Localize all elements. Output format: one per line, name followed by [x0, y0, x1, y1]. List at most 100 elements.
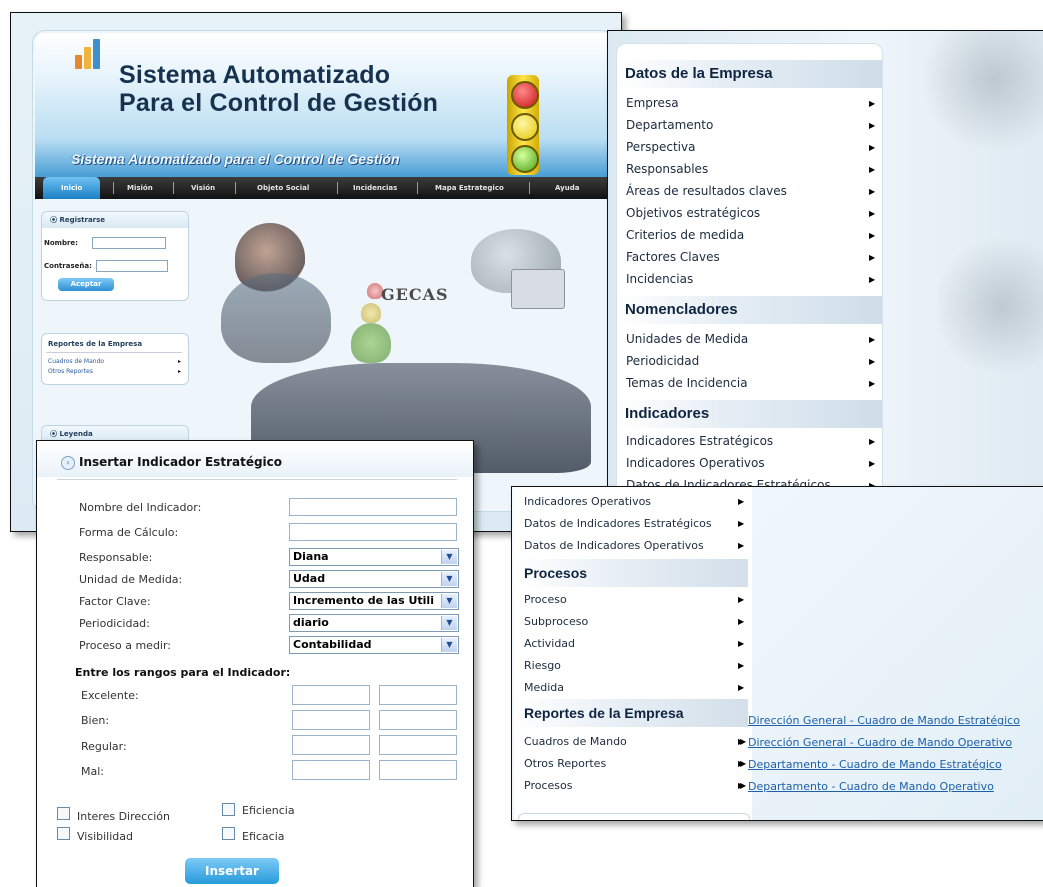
accept-button[interactable]: Aceptar	[58, 278, 114, 291]
menu-item-incidencias[interactable]: Incidencias	[626, 272, 693, 286]
proceso-select[interactable]: Contabilidad ▼	[289, 636, 459, 654]
password-label: Contraseña:	[44, 262, 92, 270]
range-regular-min[interactable]	[292, 735, 370, 755]
login-header: ⦿ Registrarse	[42, 212, 188, 228]
menu-item-departamento[interactable]: Departamento	[626, 118, 713, 132]
menu-item-datos-ind-estrategicos[interactable]: Datos de Indicadores Estratégicos	[524, 517, 712, 530]
arrow-right-icon: ▶	[869, 209, 876, 218]
arrow-right-icon: ▸	[178, 368, 182, 375]
menu-item-riesgo[interactable]: Riesgo	[524, 659, 561, 672]
menu-item-areas[interactable]: Áreas de resultados claves	[626, 184, 787, 198]
periodicidad-select[interactable]: diario ▼	[289, 614, 459, 632]
nav-vision[interactable]: Visión	[191, 177, 215, 199]
menu-item-ind-operativos[interactable]: Indicadores Operativos	[524, 495, 651, 508]
factor-select[interactable]: Incremento de las Utili ▼	[289, 592, 459, 610]
submenu-link-dep-operativo[interactable]: Departamento - Cuadro de Mando Operativo	[748, 780, 994, 793]
arrow-right-icon: ▶	[740, 759, 747, 768]
arrow-right-icon: ▶	[869, 379, 876, 388]
menu-item-otros-reportes[interactable]: Otros Reportes	[524, 757, 606, 770]
unidad-select[interactable]: Udad ▼	[289, 570, 459, 588]
range-excelente-max[interactable]	[379, 685, 457, 705]
reports-header: Reportes de la Empresa	[48, 340, 143, 348]
responsable-label: Responsable:	[79, 551, 153, 564]
checkbox-eficacia[interactable]	[222, 827, 235, 840]
label-eficiencia: Eficiencia	[242, 804, 295, 817]
admin-menu: Datos de la Empresa Empresa ▶ Departamen…	[616, 43, 883, 491]
name-label: Nombre:	[44, 239, 78, 247]
menu-item-ind-estrategicos[interactable]: Indicadores Estratégicos	[626, 434, 773, 448]
arrow-right-icon: ▶	[738, 683, 745, 692]
password-input[interactable]	[96, 260, 168, 272]
forma-input[interactable]	[289, 523, 457, 541]
submenu-link-dg-operativo[interactable]: Dirección General - Cuadro de Mando Oper…	[748, 736, 1012, 749]
menu-item-datos-ind-operativos[interactable]: Datos de Indicadores Operativos	[524, 539, 704, 552]
menu-item-subproceso[interactable]: Subproceso	[524, 615, 588, 628]
arrow-right-icon: ▶	[869, 357, 876, 366]
menu-item-cuadros-mando[interactable]: Cuadros de Mando	[524, 735, 627, 748]
range-mal-max[interactable]	[379, 760, 457, 780]
range-label-mal: Mal:	[81, 765, 104, 778]
site-title-line2: Para el Control de Gestión	[119, 89, 439, 117]
submenu-link-dg-estrategico[interactable]: Dirección General - Cuadro de Mando Estr…	[748, 714, 1020, 727]
insert-indicator-form-screenshot: › Insertar Indicador Estratégico Nombre …	[36, 440, 474, 887]
arrow-right-icon: ▶	[738, 497, 745, 506]
arrow-right-icon: ▶	[738, 617, 745, 626]
main-nav-bar: Inicio Misión Visión Objeto Social Incid…	[35, 177, 613, 199]
form-header: › Insertar Indicador Estratégico	[37, 447, 473, 477]
insert-button[interactable]: Insertar	[185, 858, 279, 884]
menu-item-temas[interactable]: Temas de Incidencia	[626, 376, 748, 390]
nombre-input[interactable]	[289, 498, 457, 516]
range-mal-min[interactable]	[292, 760, 370, 780]
menu-item-medida[interactable]: Medida	[524, 681, 564, 694]
arrow-right-icon: ▶	[738, 519, 745, 528]
menu-item-perspectiva[interactable]: Perspectiva	[626, 140, 695, 154]
nav-inicio[interactable]: Inicio	[43, 177, 101, 199]
submenu-link-dep-estrategico[interactable]: Departamento - Cuadro de Mando Estratégi…	[748, 758, 1002, 771]
report-link-cuadros[interactable]: Cuadros de Mando	[48, 358, 104, 365]
login-box: ⦿ Registrarse Nombre: Contraseña: Acepta…	[41, 211, 189, 301]
section-datos-empresa: Datos de la Empresa	[617, 60, 882, 88]
nav-incidencias[interactable]: Incidencias	[353, 177, 397, 199]
menu-item-criterios[interactable]: Criterios de medida	[626, 228, 744, 242]
nombre-label: Nombre del Indicador:	[79, 501, 202, 514]
arrow-right-icon: ▶	[869, 187, 876, 196]
report-link-otros[interactable]: Otros Reportes	[48, 368, 93, 375]
range-bien-max[interactable]	[379, 710, 457, 730]
menu-item-empresa[interactable]: Empresa	[626, 96, 679, 110]
admin-menu-screenshot: Datos de la Empresa Empresa ▶ Departamen…	[607, 30, 1043, 492]
factor-label: Factor Clave:	[79, 595, 151, 608]
range-excelente-min[interactable]	[292, 685, 370, 705]
checkbox-eficiencia[interactable]	[222, 803, 235, 816]
menu-item-responsables[interactable]: Responsables	[626, 162, 708, 176]
menu-item-objetivos[interactable]: Objetivos estratégicos	[626, 206, 760, 220]
nav-objeto-social[interactable]: Objeto Social	[257, 177, 309, 199]
nav-ayuda[interactable]: Ayuda	[555, 177, 579, 199]
section-nomencladores: Nomencladores	[617, 296, 882, 324]
menu-item-unidades[interactable]: Unidades de Medida	[626, 332, 748, 346]
arrow-right-icon: ▶	[869, 121, 876, 130]
form-title: Insertar Indicador Estratégico	[79, 455, 283, 469]
responsable-select[interactable]: Diana ▼	[289, 548, 459, 566]
menu-item-periodicidad[interactable]: Periodicidad	[626, 354, 699, 368]
menu-item-ind-operativos[interactable]: Indicadores Operativos	[626, 456, 765, 470]
nav-mapa-estrategico[interactable]: Mapa Estrategico	[435, 177, 504, 199]
menu-item-proceso[interactable]: Proceso	[524, 593, 567, 606]
checkbox-visibilidad[interactable]	[57, 827, 70, 840]
reports-menu: Indicadores Operativos ▶ Datos de Indica…	[514, 487, 752, 820]
name-input[interactable]	[92, 237, 166, 249]
arrow-right-icon: ▶	[740, 781, 747, 790]
arrow-right-icon: ▶	[869, 459, 876, 468]
nav-mision[interactable]: Misión	[127, 177, 153, 199]
arrow-right-icon: ▶	[738, 661, 745, 670]
chevron-circle-icon: ›	[61, 456, 75, 470]
menu-item-factores[interactable]: Factores Claves	[626, 250, 720, 264]
periodicidad-label: Periodicidad:	[79, 617, 150, 630]
checkbox-interes-direccion[interactable]	[57, 807, 70, 820]
menu-item-actividad[interactable]: Actividad	[524, 637, 575, 650]
site-header: Sistema Automatizado Para el Control de …	[35, 33, 613, 185]
site-subtitle: Sistema Automatizado para el Control de …	[71, 151, 400, 167]
range-bien-min[interactable]	[292, 710, 370, 730]
menu-item-procesos[interactable]: Procesos	[524, 779, 572, 792]
range-regular-max[interactable]	[379, 735, 457, 755]
label-eficacia: Eficacia	[242, 830, 285, 843]
